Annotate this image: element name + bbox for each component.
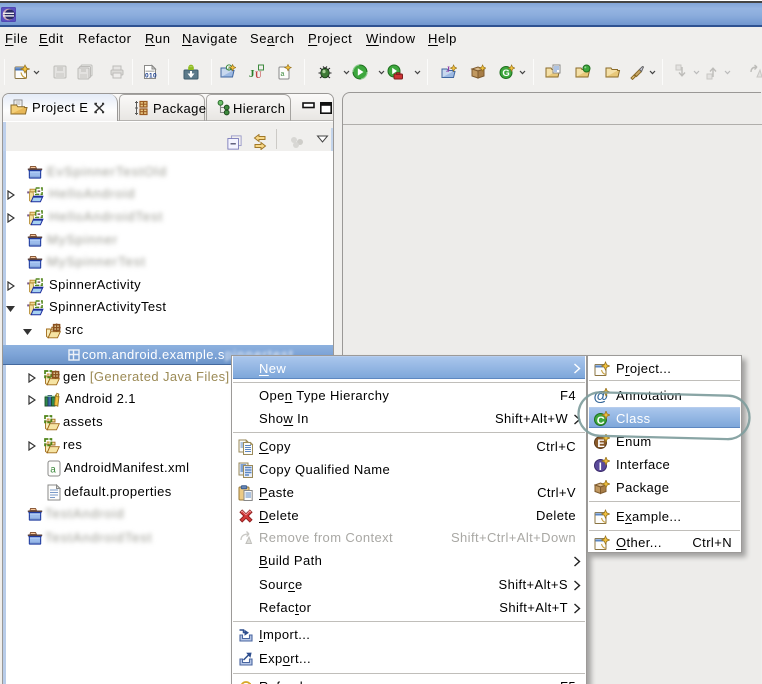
svg-text:E: E xyxy=(597,438,605,450)
svg-text:010: 010 xyxy=(145,73,157,80)
svg-text:J: J xyxy=(446,65,450,74)
svg-text:C: C xyxy=(597,415,605,427)
svg-text:G: G xyxy=(502,68,510,79)
svg-text:U: U xyxy=(255,70,262,80)
svg-text:I: I xyxy=(599,461,602,473)
svg-text:a: a xyxy=(281,71,285,78)
svg-text:a: a xyxy=(50,465,56,476)
